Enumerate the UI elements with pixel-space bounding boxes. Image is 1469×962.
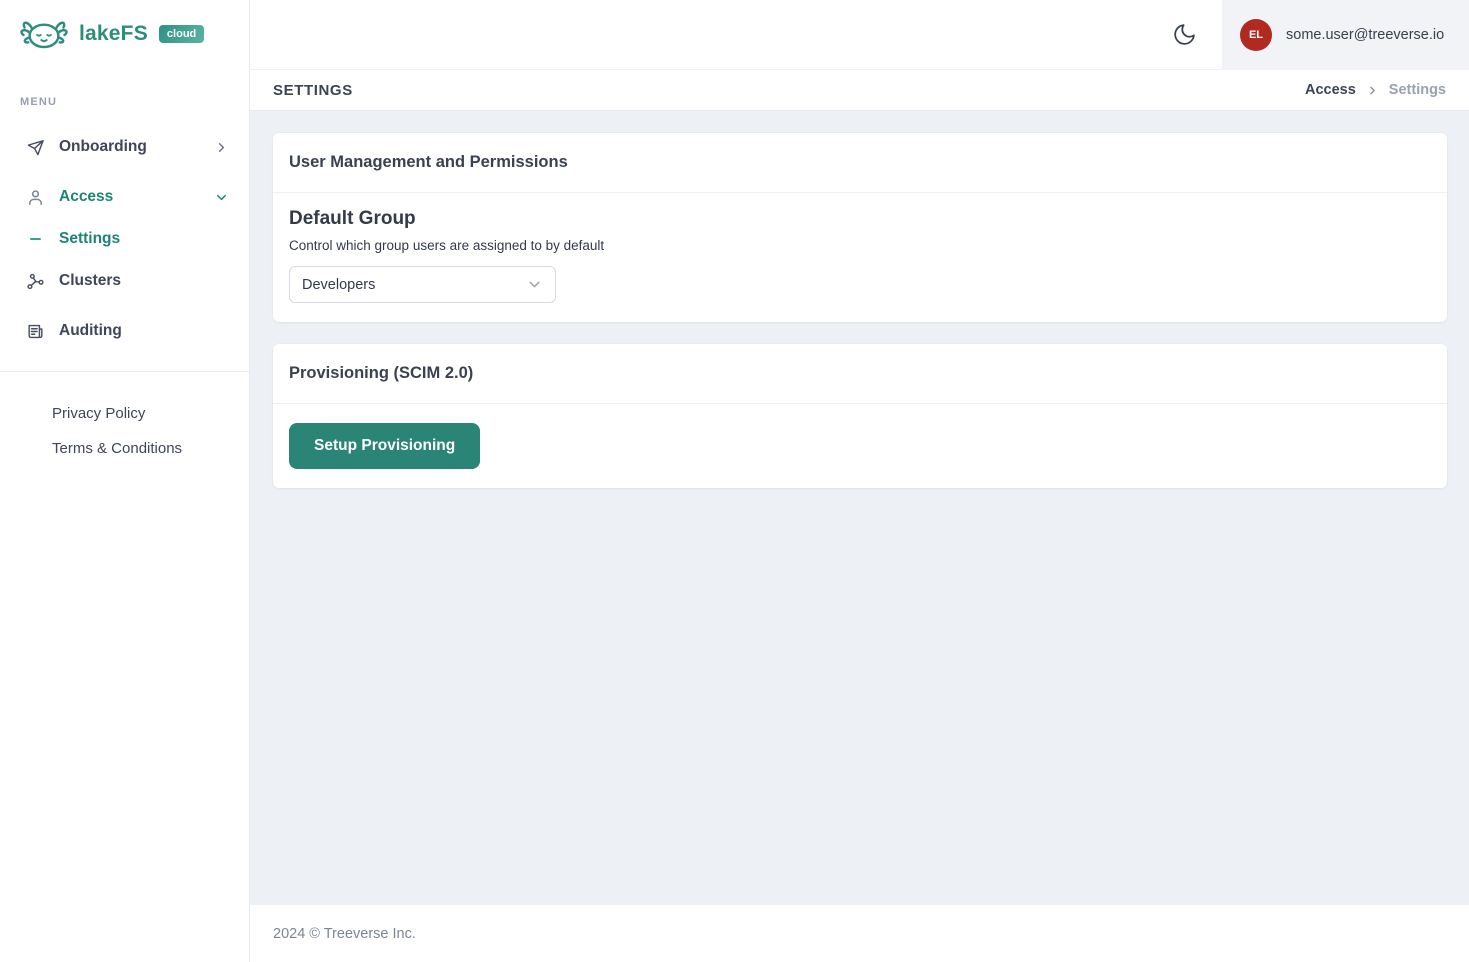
card-title: User Management and Permissions <box>273 133 1447 193</box>
card-title: Provisioning (SCIM 2.0) <box>273 344 1447 404</box>
dark-mode-toggle[interactable] <box>1164 15 1204 55</box>
sidebar-item-label: Auditing <box>59 322 122 339</box>
sidebar-item-label: Settings <box>59 230 121 247</box>
chevron-right-icon <box>1366 84 1379 97</box>
dash-icon <box>26 230 45 249</box>
page-footer: 2024 © Treeverse Inc. <box>250 905 1469 962</box>
breadcrumb-current: Settings <box>1388 82 1446 98</box>
page-header: SETTINGS Access Settings <box>250 70 1469 111</box>
sidebar-item-label: Onboarding <box>59 138 147 155</box>
newspaper-icon <box>26 322 45 341</box>
sidebar-item-clusters[interactable]: Clusters <box>0 260 249 302</box>
sidebar-menu: Onboarding Access Settings Clusters Audi… <box>0 126 249 352</box>
sidebar-divider <box>0 371 249 372</box>
sidebar-footer-links: Privacy Policy Terms & Conditions <box>0 396 249 466</box>
sidebar-item-onboarding[interactable]: Onboarding <box>0 126 249 168</box>
user-menu[interactable]: EL some.user@treeverse.io <box>1222 0 1469 70</box>
chevron-right-icon <box>214 140 229 155</box>
provisioning-section: Setup Provisioning <box>273 404 1447 488</box>
chevron-down-icon <box>526 276 543 293</box>
avatar: EL <box>1240 18 1272 51</box>
breadcrumb-access-link[interactable]: Access <box>1305 82 1356 98</box>
default-group-section: Default Group Control which group users … <box>273 193 1447 322</box>
sidebar: lakeFS cloud MENU Onboarding Access Sett… <box>0 0 250 962</box>
brand-cloud-badge: cloud <box>158 25 205 43</box>
setup-provisioning-button[interactable]: Setup Provisioning <box>289 423 481 469</box>
default-group-heading: Default Group <box>289 208 416 229</box>
sidebar-item-label: Access <box>59 188 114 205</box>
paper-plane-icon <box>26 138 45 157</box>
copyright-text: 2024 © Treeverse Inc. <box>273 925 416 942</box>
page-title: SETTINGS <box>273 81 353 99</box>
terms-conditions-link[interactable]: Terms & Conditions <box>0 431 249 466</box>
topbar: EL some.user@treeverse.io <box>250 0 1469 70</box>
default-group-description: Control which group users are assigned t… <box>289 238 605 253</box>
network-icon <box>26 272 45 291</box>
main-content: User Management and Permissions Default … <box>250 111 1469 905</box>
sidebar-item-settings[interactable]: Settings <box>0 218 249 260</box>
user-management-card: User Management and Permissions Default … <box>273 133 1447 322</box>
default-group-select[interactable]: Developers <box>289 266 556 303</box>
sidebar-item-auditing[interactable]: Auditing <box>0 310 249 352</box>
sidebar-item-access[interactable]: Access <box>0 176 249 218</box>
privacy-policy-link[interactable]: Privacy Policy <box>0 396 249 431</box>
brand-name: lakeFS <box>79 22 148 45</box>
user-icon <box>26 188 45 207</box>
breadcrumb: Access Settings <box>1305 82 1446 98</box>
menu-section-label: MENU <box>20 96 58 108</box>
moon-icon <box>1172 22 1197 47</box>
brand-logo[interactable]: lakeFS cloud <box>0 0 249 53</box>
axolotl-logo-icon <box>18 15 70 53</box>
chevron-down-icon <box>214 190 229 205</box>
sidebar-item-label: Clusters <box>59 272 122 289</box>
select-value: Developers <box>302 276 376 293</box>
provisioning-card: Provisioning (SCIM 2.0) Setup Provisioni… <box>273 344 1447 488</box>
user-email: some.user@treeverse.io <box>1286 26 1445 43</box>
